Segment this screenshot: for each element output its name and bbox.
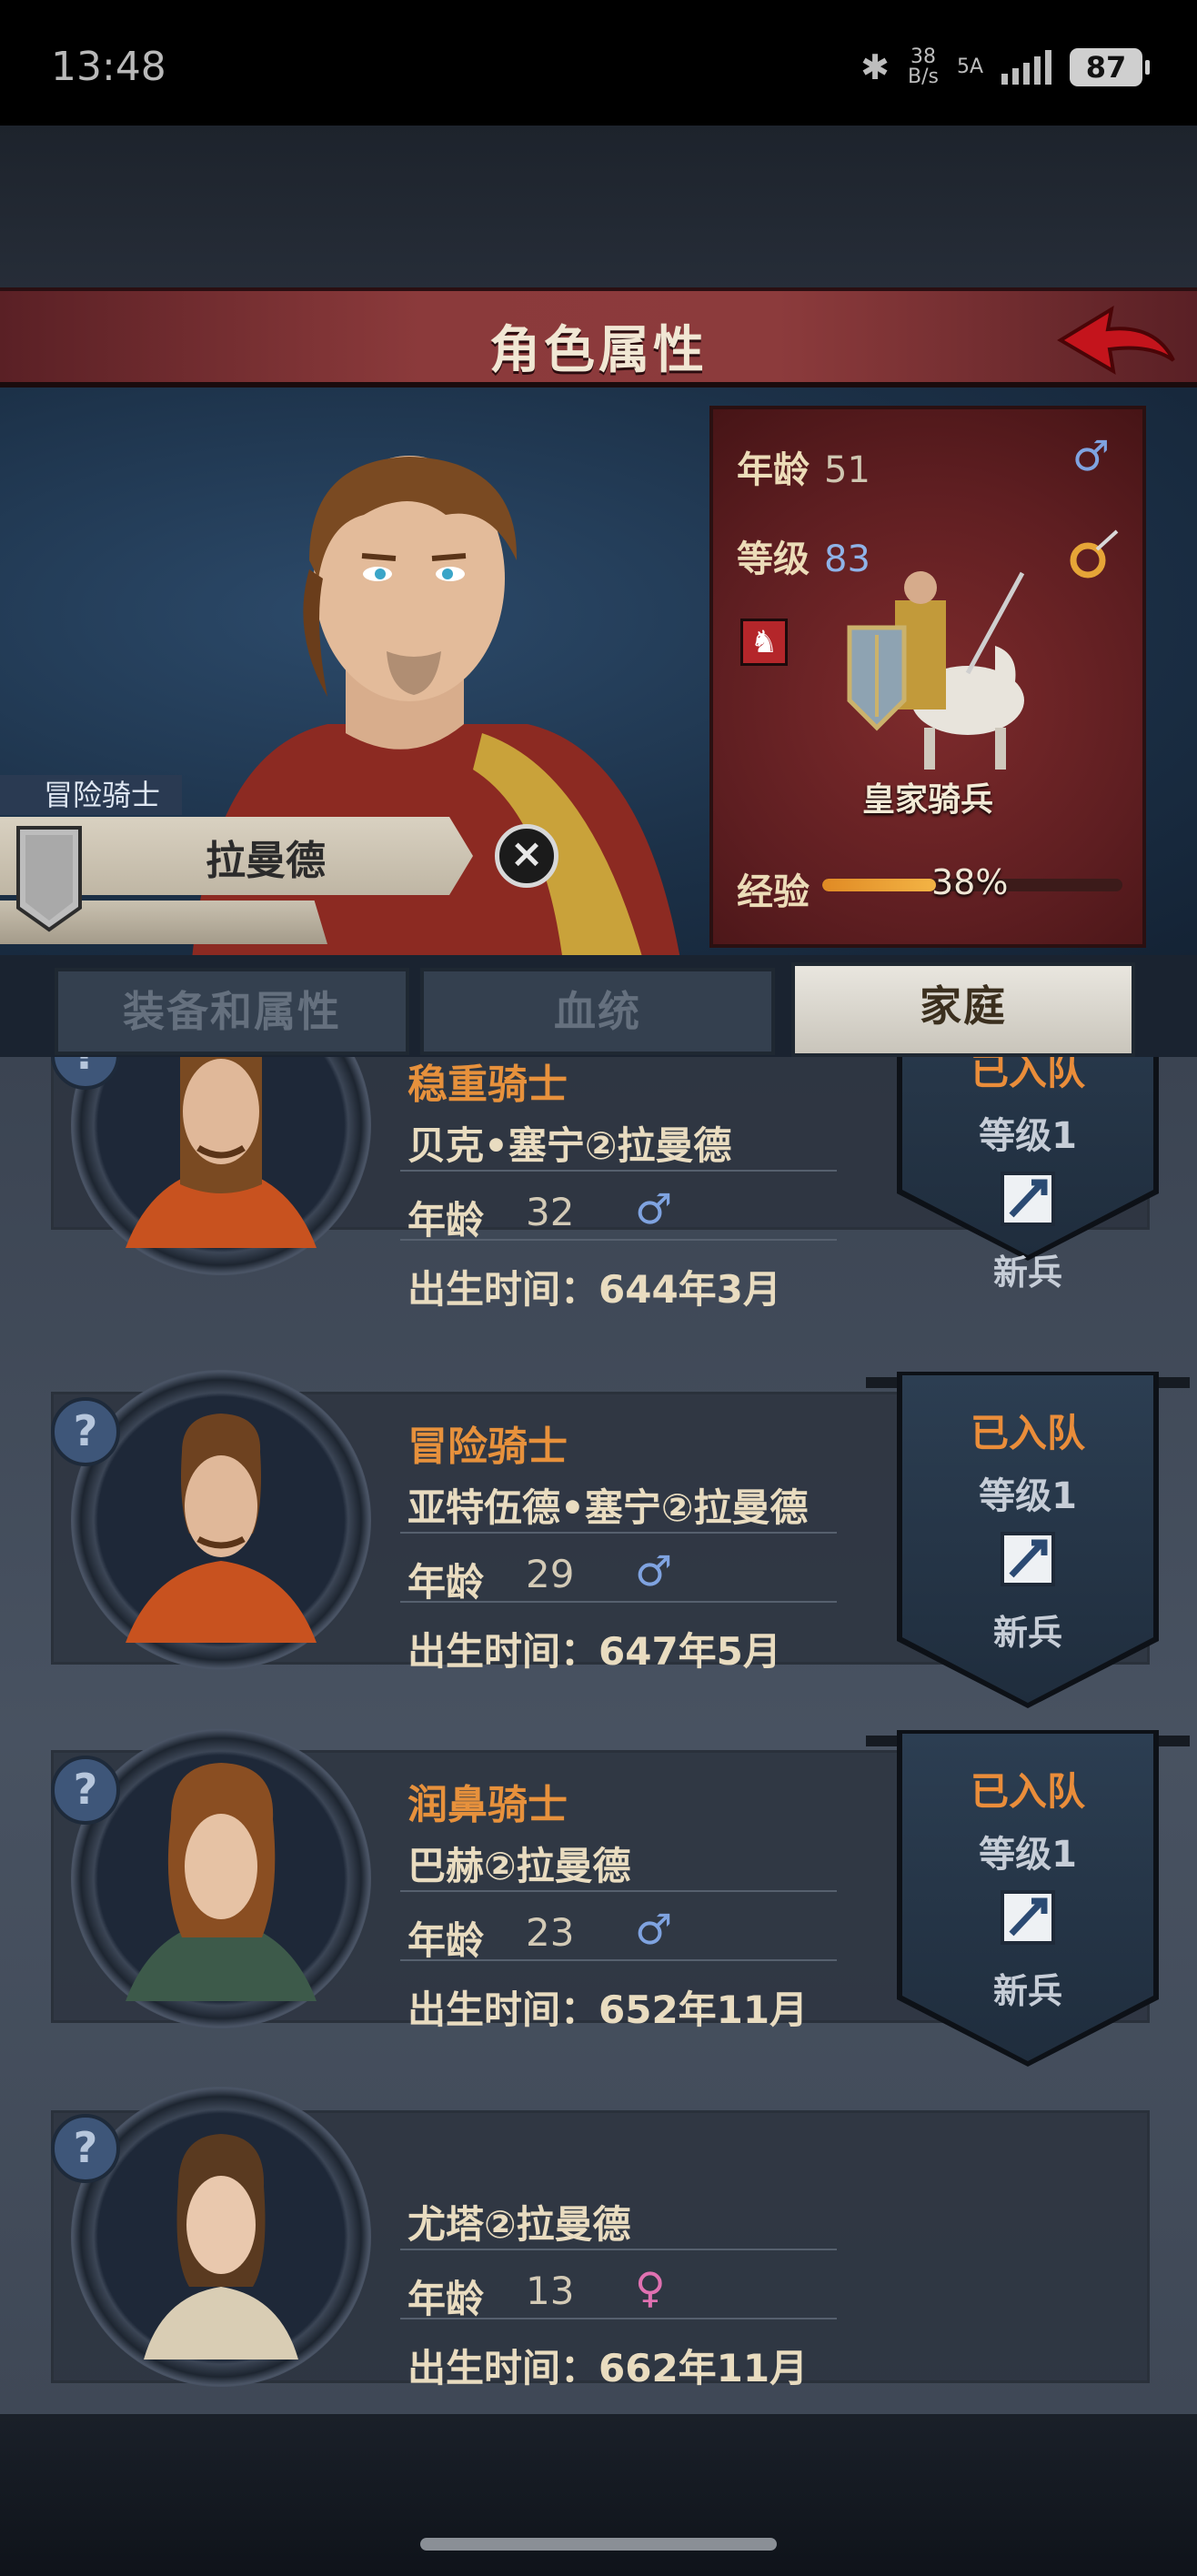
horse-icon: ♞ [740,619,788,666]
row-divider [400,1890,837,1892]
sword-icon [1001,1172,1055,1226]
member-name: 尤塔②拉曼德 [407,2202,631,2247]
shield-icon [16,826,82,932]
exp-label: 经验 [737,871,810,913]
member-unit: 新兵 [992,1253,1062,1293]
member-name: 巴赫②拉曼德 [407,1844,631,1888]
member-portrait-image [126,1414,317,1643]
member-unit: 新兵 [992,1613,1062,1653]
character-name[interactable]: 拉曼德 [206,828,326,886]
member-class: 润鼻骑士 [407,1782,568,1828]
member-portrait-image [126,1763,317,2001]
page-title: 角色属性 [489,321,708,380]
question-icon[interactable]: ? [51,2114,120,2183]
member-birth: 出生时间：647年5月 [407,1629,781,1674]
home-indicator[interactable] [420,2538,777,2551]
sword-icon [1001,1532,1055,1586]
member-age: 13 [526,2269,575,2313]
member-birth: 出生时间：662年11月 [407,2346,809,2390]
row-divider [400,1239,837,1241]
status-icons: ? ✱ 38B/s 5A 87 [860,45,1150,88]
unit-name: 皇家骑兵 [861,781,993,819]
tab-family[interactable]: 家庭 [791,962,1135,1057]
bluetooth-icon: ✱ [860,47,890,87]
row-divider [400,1532,837,1534]
net-speed: 38 B/s [907,45,939,88]
member-name: 亚特伍德•塞宁②拉曼德 [407,1485,809,1530]
question-icon[interactable]: ? [51,1756,120,1825]
member-age: 23 [526,1910,575,1955]
male-gender-icon: ♂ [635,1905,673,1954]
tab-equipment[interactable]: 装备和属性 [55,968,409,1055]
bottom-area [0,2414,1197,2576]
back-arrow-icon [1057,305,1175,375]
back-button[interactable] [1055,297,1182,387]
member-age: 32 [526,1190,575,1234]
status-bar: 13:48 ? ✱ 38B/s 5A 87 [0,0,1197,126]
member-age-label: 年龄 [407,2277,485,2321]
member-status: 已入队 [970,1769,1085,1814]
member-class: 稳重骑士 [407,1062,568,1108]
family-list[interactable]: ? 稳重骑士 贝克•塞宁②拉曼德 年龄 32 ♂ 出生时间：644年3月 已入队… [0,1057,1197,2414]
member-portrait-image [144,2134,298,2360]
knight-unit-image [847,571,1025,770]
member-age-label: 年龄 [407,1918,485,1963]
character-class: 冒险骑士 [0,775,182,815]
row-divider [400,2249,837,2250]
tab-bar: 装备和属性 血统 家庭 [0,955,1197,1057]
member-age-label: 年龄 [407,1560,485,1605]
battery-icon: 87 [1070,48,1150,86]
row-divider [400,2318,837,2319]
member-class: 冒险骑士 [407,1424,568,1470]
member-name: 贝克•塞宁②拉曼德 [407,1123,732,1168]
network-type: 5A [956,55,983,78]
member-portrait-image [126,1057,317,1248]
stats-panel: 年龄 51 ♂ 等级 83 ♞ 皇家骑兵 经验 38% [709,406,1146,948]
male-gender-icon: ♂ [1071,431,1110,480]
member-portrait [71,1057,371,1275]
member-level: 等级1 [979,1115,1077,1157]
row-divider [400,1959,837,1961]
exp-percent: 38% [931,862,1009,902]
sword-icon [1001,1890,1055,1945]
status-time: 13:48 [51,44,166,90]
question-icon[interactable]: ? [51,1397,120,1466]
member-birth: 出生时间：652年11月 [407,1987,809,2032]
member-age-label: 年龄 [407,1198,485,1243]
level-label: 等级 [737,538,810,580]
exp-bar-fill [822,879,937,891]
male-gender-icon: ♂ [635,1184,673,1233]
title-bar: 角色属性 [0,287,1197,387]
member-level: 等级1 [979,1475,1077,1517]
member-unit: 新兵 [992,1971,1062,2011]
age-value: 51 [824,449,870,491]
top-spacer [0,126,1197,289]
male-gender-icon: ♂ [635,1546,673,1595]
member-status: 已入队 [970,1057,1085,1093]
age-row: 年龄 51 [737,440,870,493]
row-divider [400,1601,837,1603]
member-status: 已入队 [970,1411,1085,1455]
tab-lineage[interactable]: 血统 [420,968,775,1055]
age-label: 年龄 [737,449,810,491]
member-age: 29 [526,1552,575,1596]
member-birth: 出生时间：644年3月 [407,1267,781,1312]
female-gender-icon: ♀ [635,2263,666,2312]
member-level: 等级1 [979,1834,1077,1876]
signal-icon [1001,50,1051,85]
close-icon[interactable]: × [495,824,558,888]
ring-icon[interactable] [1066,528,1121,582]
row-divider [400,1170,837,1172]
